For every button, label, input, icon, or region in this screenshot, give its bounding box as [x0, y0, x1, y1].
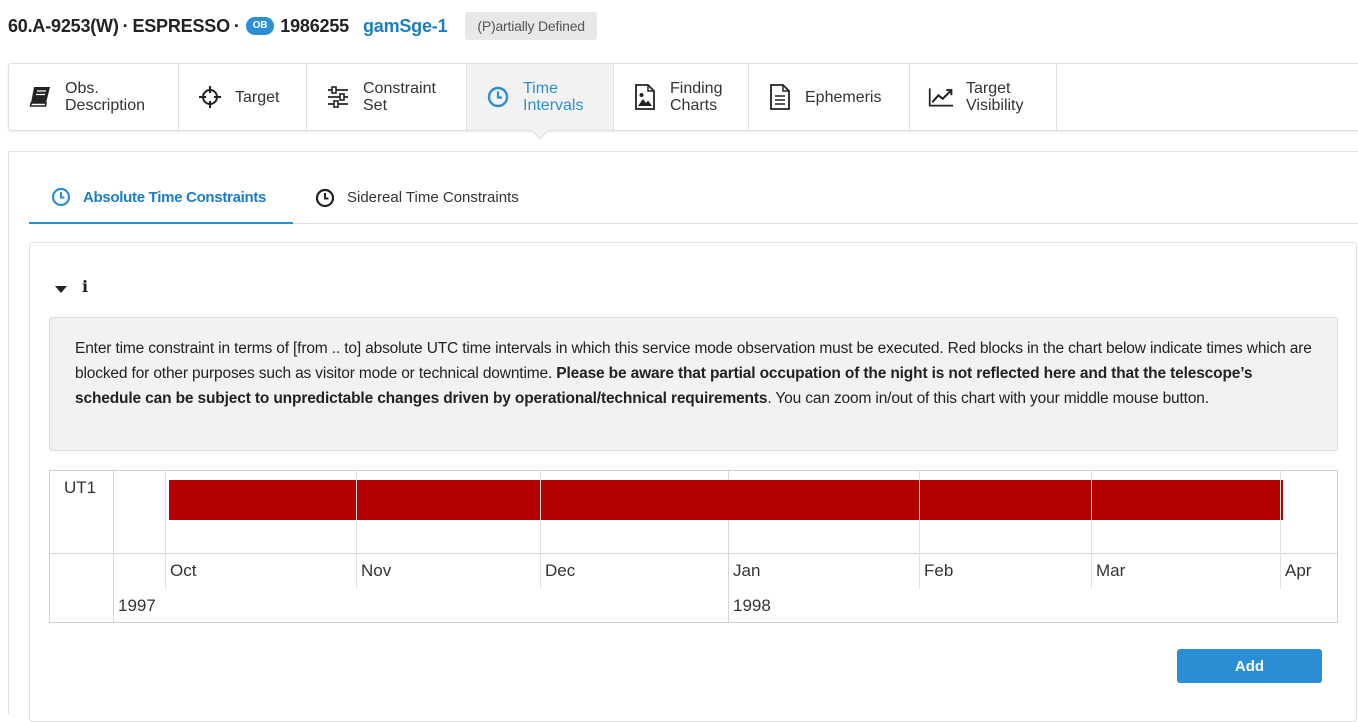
year-label: 1998	[733, 596, 771, 615]
month-gridline	[919, 471, 920, 589]
sliders-icon	[325, 84, 351, 110]
subtab-absolute-time-constraints[interactable]: Absolute Time Constraints	[29, 172, 293, 224]
subtab-label: Absolute Time Constraints	[83, 188, 267, 206]
tab-label-line1: Finding	[670, 80, 723, 97]
absolute-constraints-card: i Enter time constraint in terms of [fro…	[29, 242, 1357, 722]
month-gridline	[356, 471, 357, 589]
row-label-ut1: UT1	[64, 478, 97, 497]
ob-id: 1986255	[280, 15, 349, 36]
tab-time-intervals[interactable]: Time Intervals	[467, 64, 614, 140]
separator: ·	[122, 15, 129, 36]
tab-finding-charts[interactable]: Finding Charts	[614, 64, 749, 130]
document-icon	[767, 84, 793, 110]
image-icon	[632, 84, 658, 110]
status-badge: (P)artially Defined	[465, 12, 597, 40]
tab-label: Target	[235, 88, 280, 106]
subtab-label: Sidereal Time Constraints	[347, 189, 519, 206]
tab-label-line1: Obs.	[65, 80, 99, 97]
book-icon	[27, 84, 53, 110]
crosshair-icon	[197, 84, 223, 110]
tab-label-line1: Target	[966, 80, 1011, 97]
subtab-sidereal-time-constraints[interactable]: Sidereal Time Constraints	[293, 172, 537, 223]
clock-icon	[485, 84, 511, 110]
main-tab-bar: Obs. Description Target Constraint Set Tim…	[8, 63, 1358, 140]
ob-badge: OB	[245, 17, 275, 35]
active-tab-caret	[531, 122, 549, 140]
month-label: Nov	[361, 561, 392, 580]
tab-obs-description[interactable]: Obs. Description	[9, 64, 179, 130]
info-text-end: . You can zoom in/out of this chart with…	[767, 390, 1209, 407]
tab-label-line2: Intervals	[523, 97, 584, 114]
info-icon[interactable]: i	[82, 277, 88, 296]
collapse-toggle-icon[interactable]	[54, 283, 68, 297]
add-button[interactable]: Add	[1177, 649, 1322, 683]
line-chart-icon	[928, 84, 954, 110]
month-gridline	[1091, 471, 1092, 589]
ob-name-link[interactable]: gamSge-1	[363, 16, 448, 37]
label-column-divider	[113, 471, 114, 622]
clock-icon	[51, 187, 71, 207]
tab-label-line2: Charts	[670, 97, 718, 114]
tab-label-line1: Time	[523, 80, 558, 97]
tab-ephemeris[interactable]: Ephemeris	[749, 64, 910, 130]
instrument-name: ESPRESSO	[132, 15, 230, 36]
month-label: Dec	[545, 561, 576, 580]
tab-label: Ephemeris	[805, 88, 882, 106]
clock-icon	[315, 188, 335, 208]
tab-label-line2: Description	[65, 97, 146, 114]
tab-target[interactable]: Target	[179, 64, 307, 130]
month-gridline	[540, 471, 541, 589]
year-label: 1997	[118, 596, 156, 615]
month-gridline	[165, 471, 166, 589]
info-box: Enter time constraint in terms of [from …	[49, 317, 1338, 451]
tab-label-line1: Constraint	[363, 80, 436, 97]
separator: ·	[233, 15, 240, 36]
time-intervals-panel: Absolute Time Constraints Sidereal Time …	[8, 151, 1358, 722]
blocked-interval-bar[interactable]	[169, 480, 1283, 520]
constraint-subtabs: Absolute Time Constraints Sidereal Time …	[29, 172, 1358, 224]
month-label: Apr	[1285, 561, 1312, 580]
month-label: Jan	[733, 561, 761, 580]
month-gridline	[1280, 471, 1281, 589]
month-label: Feb	[924, 561, 954, 580]
timeline-chart[interactable]: UT1 1997 1998 Oct Nov Dec Jan Feb Mar Apr	[49, 470, 1338, 623]
month-label: Mar	[1096, 561, 1126, 580]
page-header: 60.A-9253(W) · ESPRESSO · OB 1986255 gam…	[8, 10, 597, 42]
tab-constraint-set[interactable]: Constraint Set	[307, 64, 467, 130]
tab-label-line2: Visibility	[966, 97, 1024, 114]
tab-label-line2: Set	[363, 97, 388, 114]
program-id: 60.A-9253(W)	[8, 15, 119, 36]
month-label: Oct	[170, 561, 197, 580]
row-divider	[50, 553, 1337, 554]
tab-target-visibility[interactable]: Target Visibility	[910, 64, 1057, 130]
